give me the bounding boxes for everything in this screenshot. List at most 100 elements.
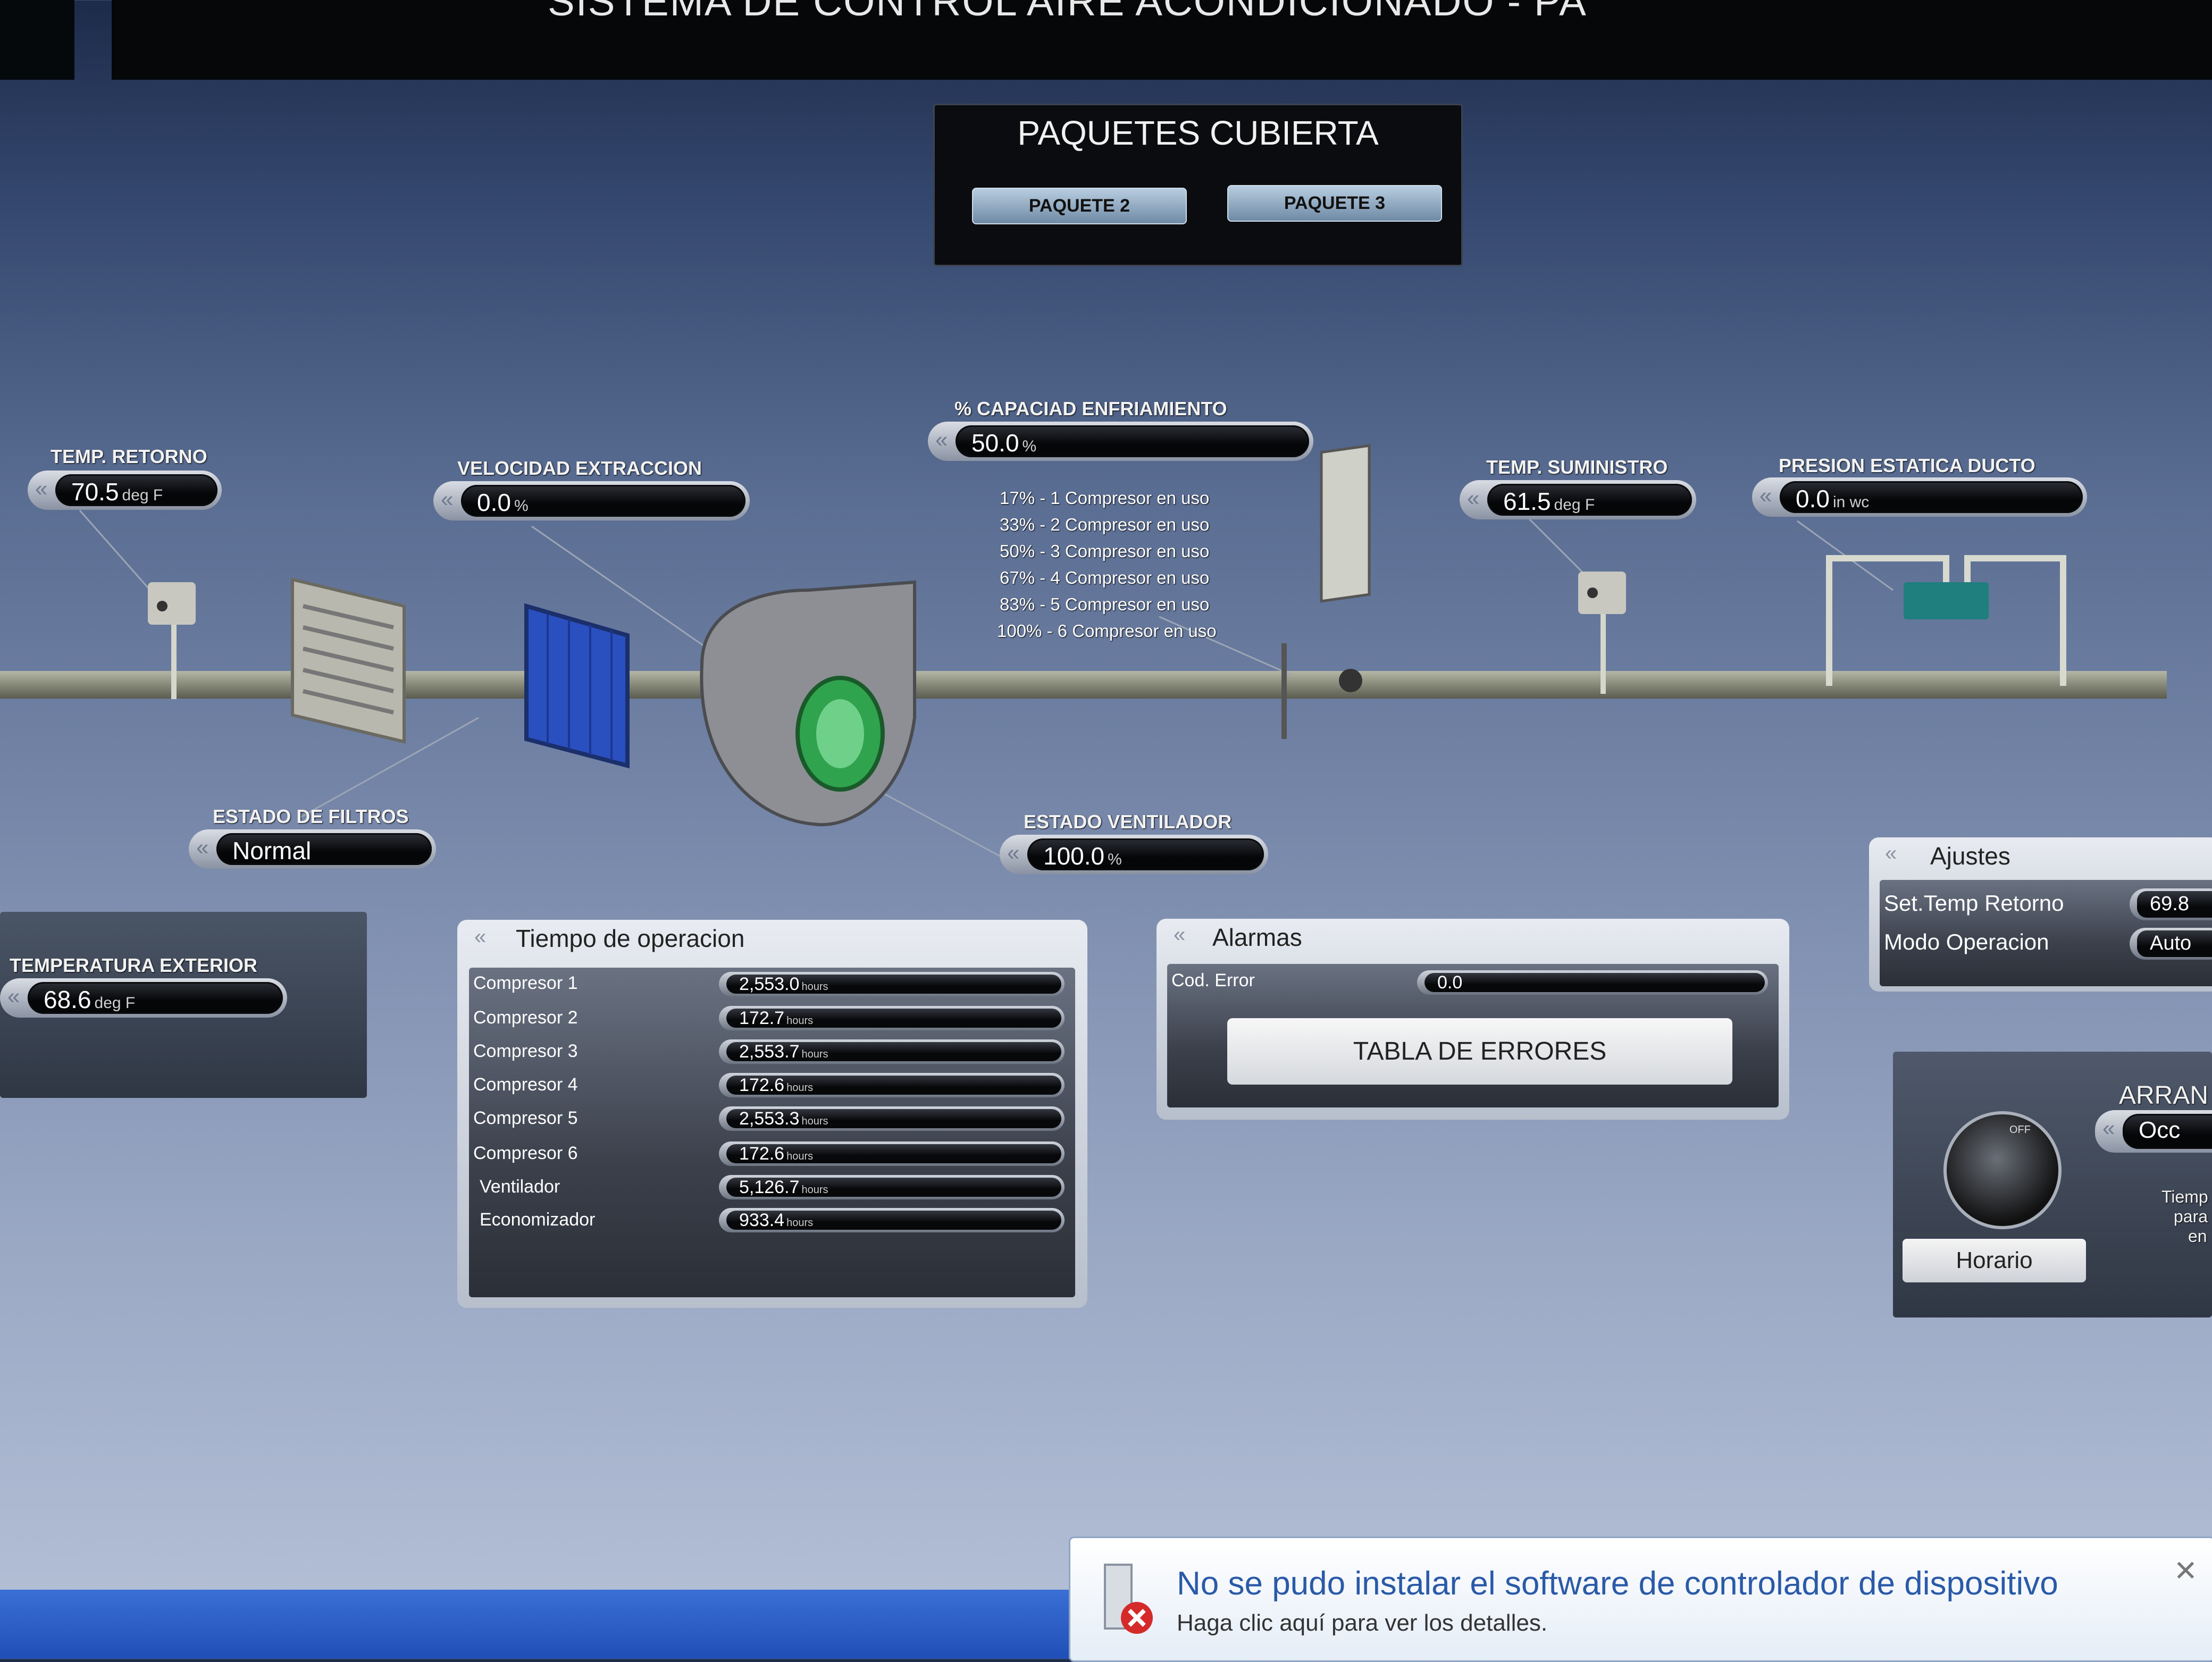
collapse-chevron-icon[interactable]: « <box>2102 1115 2115 1141</box>
supply-temp-sensor-icon <box>1578 572 1626 614</box>
tiempo-operacion-panel: « Tiempo de operacion Compresor 1 Compre… <box>457 920 1087 1308</box>
tiempo-row-value: 5,126.7 <box>739 1177 800 1197</box>
tiempo-row-unit: hours <box>786 1015 814 1027</box>
tabla-errores-button[interactable]: TABLA DE ERRORES <box>1227 1018 1732 1085</box>
notification-detail[interactable]: Haga clic aquí para ver los detalles. <box>1177 1610 1547 1636</box>
tiempo-row-value: 172.7 <box>739 1008 785 1028</box>
temp-suministro-value: 61.5 <box>1503 488 1551 515</box>
vel-extraccion-unit: % <box>514 497 529 515</box>
estado-filtros-label: ESTADO DE FILTROS <box>213 805 409 827</box>
temp-retorno-unit: deg F <box>122 486 163 504</box>
estado-ventilador-unit: % <box>1108 851 1122 868</box>
arranque-side-text: en <box>2188 1227 2207 1246</box>
collapse-chevron-icon[interactable]: « <box>1174 923 1185 947</box>
tiempo-row-bar: 2,553.3 hours <box>719 1106 1065 1131</box>
tiempo-row-label: Ventilador <box>480 1177 560 1197</box>
tiempo-row-unit: hours <box>801 1115 828 1127</box>
presion-label: PRESION ESTATICA DUCTO <box>1779 455 2035 476</box>
tiempo-row-unit: hours <box>786 1151 814 1162</box>
tiempo-row-unit: hours <box>801 981 828 993</box>
tiempo-row-value: 172.6 <box>739 1075 785 1095</box>
collapse-chevron-icon[interactable]: « <box>1885 842 1897 866</box>
start-knob-icon[interactable]: OFF <box>1943 1111 2062 1229</box>
temp-suministro-label: TEMP. SUMINISTRO <box>1486 456 1668 478</box>
estado-ventilador-value: 100.0 <box>1043 842 1105 870</box>
horario-button[interactable]: Horario <box>1903 1239 2086 1282</box>
device-error-icon <box>1104 1564 1153 1634</box>
taskbar <box>0 1590 1069 1659</box>
notification-title[interactable]: No se pudo instalar el software de contr… <box>1177 1565 2058 1602</box>
collapse-chevron-icon[interactable]: « <box>1467 485 1479 511</box>
temp-exterior-label: TEMPERATURA EXTERIOR <box>10 954 258 976</box>
tiempo-row-value: 933.4 <box>739 1210 785 1230</box>
collapse-chevron-icon[interactable]: « <box>196 835 208 860</box>
vel-extraccion-value: 0.0 <box>477 489 511 516</box>
pressure-transmitter-icon <box>1904 582 1989 619</box>
blower-fan-icon <box>700 580 916 826</box>
arranque-field[interactable]: « Occ <box>2095 1110 2212 1153</box>
close-icon[interactable]: ✕ <box>2174 1554 2198 1588</box>
vel-extraccion-label: VELOCIDAD EXTRACCION <box>457 457 702 479</box>
arranque-side-text: Tiemp <box>2161 1187 2208 1206</box>
tiempo-row-label: Compresor 5 <box>473 1108 578 1128</box>
ajustes-title: Ajustes <box>1930 842 2010 870</box>
modo-operacion-field[interactable]: Auto <box>2130 928 2212 960</box>
tiempo-row-label: Economizador <box>480 1210 596 1230</box>
compresor-step-1: 17% - 1 Compresor en uso <box>1000 488 1210 508</box>
tiempo-row-bar: 2,553.0 hours <box>719 972 1065 996</box>
ajustes-panel: « Ajustes Set.Temp Retorno Modo Operacio… <box>1869 837 2212 992</box>
compresor-step-3: 50% - 3 Compresor en uso <box>1000 541 1210 561</box>
tiempo-row-label: Compresor 1 <box>473 973 578 993</box>
arranque-value: Occ <box>2139 1117 2181 1143</box>
tiempo-row-label: Compresor 6 <box>473 1143 578 1163</box>
louver-damper-icon <box>291 577 406 744</box>
collapse-chevron-icon[interactable]: « <box>1759 483 1772 508</box>
capacidad-value: 50.0 <box>971 429 1019 457</box>
capacidad-field: « 50.0% <box>928 422 1313 461</box>
temp-exterior-value: 68.6 <box>44 986 91 1013</box>
collapse-chevron-icon[interactable]: « <box>7 984 20 1009</box>
collapse-chevron-icon[interactable]: « <box>935 427 948 452</box>
tiempo-row-value: 2,553.3 <box>739 1109 800 1129</box>
tiempo-row-label: Compresor 3 <box>473 1041 578 1061</box>
ajustes-row-value: 69.8 <box>2150 893 2189 915</box>
temp-retorno-label: TEMP. RETORNO <box>51 446 207 467</box>
tiempo-operacion-table: Compresor 1 Compresor 2 Compresor 3 Comp… <box>469 968 1075 1297</box>
arranque-side-text: para <box>2174 1207 2208 1226</box>
compresor-step-6: 100% - 6 Compresor en uso <box>997 621 1217 641</box>
tiempo-row-label: Compresor 2 <box>473 1008 578 1028</box>
tiempo-row-bar: 933.4 hours <box>719 1208 1065 1232</box>
driver-notification[interactable]: No se pudo instalar el software de contr… <box>1069 1537 2212 1662</box>
cod-error-label: Cod. Error <box>1171 970 1255 991</box>
temp-retorno-field: « 70.5 deg F <box>28 471 222 510</box>
temp-suministro-unit: deg F <box>1554 496 1595 514</box>
tiempo-row-unit: hours <box>786 1082 814 1094</box>
collapse-chevron-icon[interactable]: « <box>474 925 486 949</box>
tiempo-row-unit: hours <box>786 1217 814 1229</box>
arranque-title: ARRAN <box>2119 1081 2209 1110</box>
ajustes-row-label: Set.Temp Retorno <box>1884 891 2064 916</box>
tiempo-row-unit: hours <box>801 1048 828 1060</box>
tiempo-row-bar: 172.6 hours <box>719 1141 1065 1166</box>
tiempo-operacion-title: Tiempo de operacion <box>516 925 745 952</box>
cod-error-value: 0.0 <box>1437 972 1463 993</box>
filter-icon <box>524 603 630 769</box>
collapse-chevron-icon[interactable]: « <box>35 476 47 501</box>
estado-filtros-value: Normal <box>232 837 312 864</box>
set-temp-retorno-field[interactable]: 69.8 <box>2130 888 2212 920</box>
tiempo-row-label: Compresor 4 <box>473 1075 578 1095</box>
tiempo-row-value: 2,553.7 <box>739 1042 800 1062</box>
tiempo-row-value: 2,553.0 <box>739 974 800 994</box>
capacidad-label: % CAPACIAD ENFRIAMIENTO <box>954 398 1227 419</box>
supply-damper-icon <box>1281 444 1371 739</box>
presion-value: 0.0 <box>1796 485 1830 513</box>
tiempo-row-value: 172.6 <box>739 1144 785 1164</box>
ajustes-body: Set.Temp Retorno Modo Operacion 69.8 Aut… <box>1880 880 2212 986</box>
exterior-temp-panel: TEMPERATURA EXTERIOR « 68.6 deg F <box>0 912 367 1098</box>
collapse-chevron-icon[interactable]: « <box>441 486 453 512</box>
tiempo-row-bar: 2,553.7 hours <box>719 1039 1065 1064</box>
collapse-chevron-icon[interactable]: « <box>1007 840 1019 866</box>
estado-ventilador-field: « 100.0% <box>1000 835 1268 874</box>
estado-filtros-field: « Normal <box>189 829 436 869</box>
tiempo-row-bar: 172.6 hours <box>719 1073 1065 1097</box>
